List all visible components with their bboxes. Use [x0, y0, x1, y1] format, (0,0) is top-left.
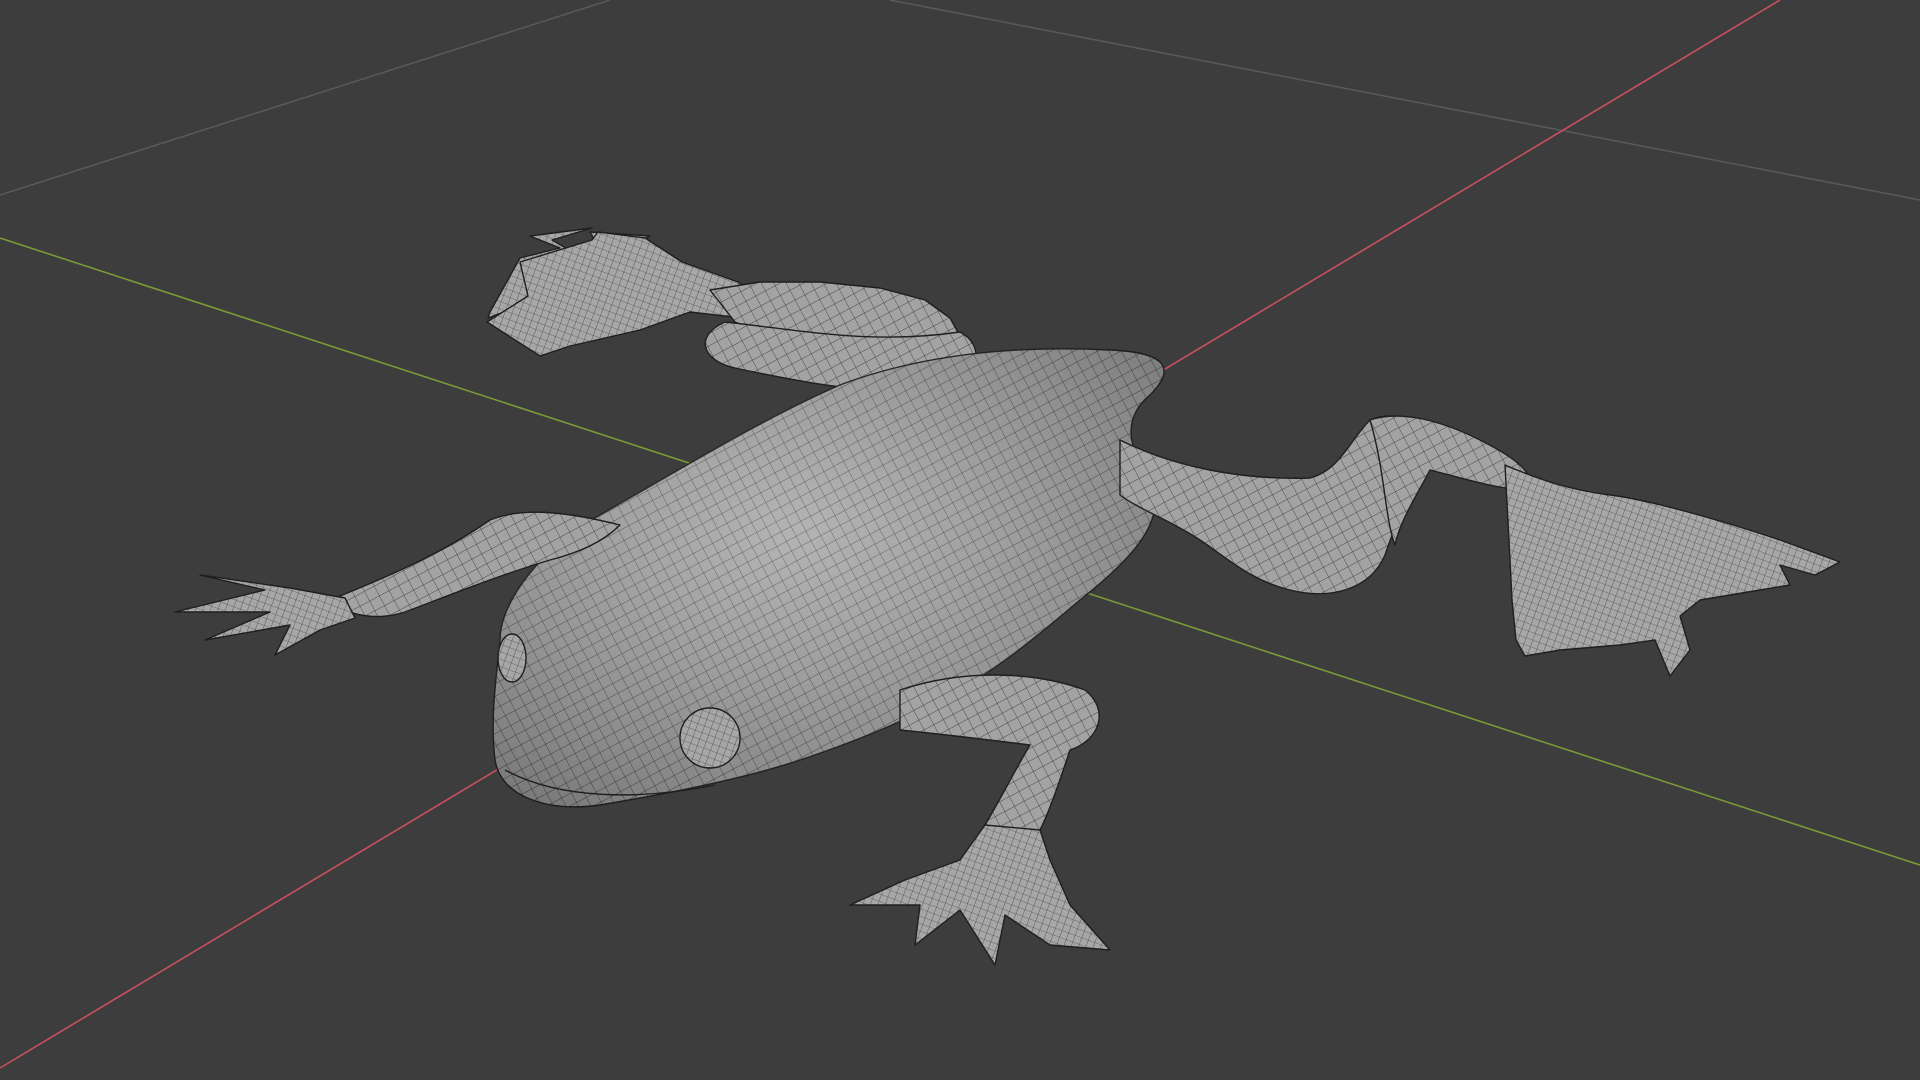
viewport-canvas[interactable] — [0, 0, 1920, 1080]
left-eye — [497, 633, 527, 683]
back-right-foot — [1504, 464, 1841, 677]
front-right-arm — [899, 674, 1100, 838]
grid-line — [889, 0, 1920, 201]
right-eye — [679, 707, 741, 769]
front-left-hand — [174, 574, 356, 656]
front-right-hand — [849, 824, 1111, 966]
grid-line — [0, 0, 611, 196]
frog-mesh[interactable] — [174, 227, 1841, 966]
3d-viewport[interactable] — [0, 0, 1920, 1080]
